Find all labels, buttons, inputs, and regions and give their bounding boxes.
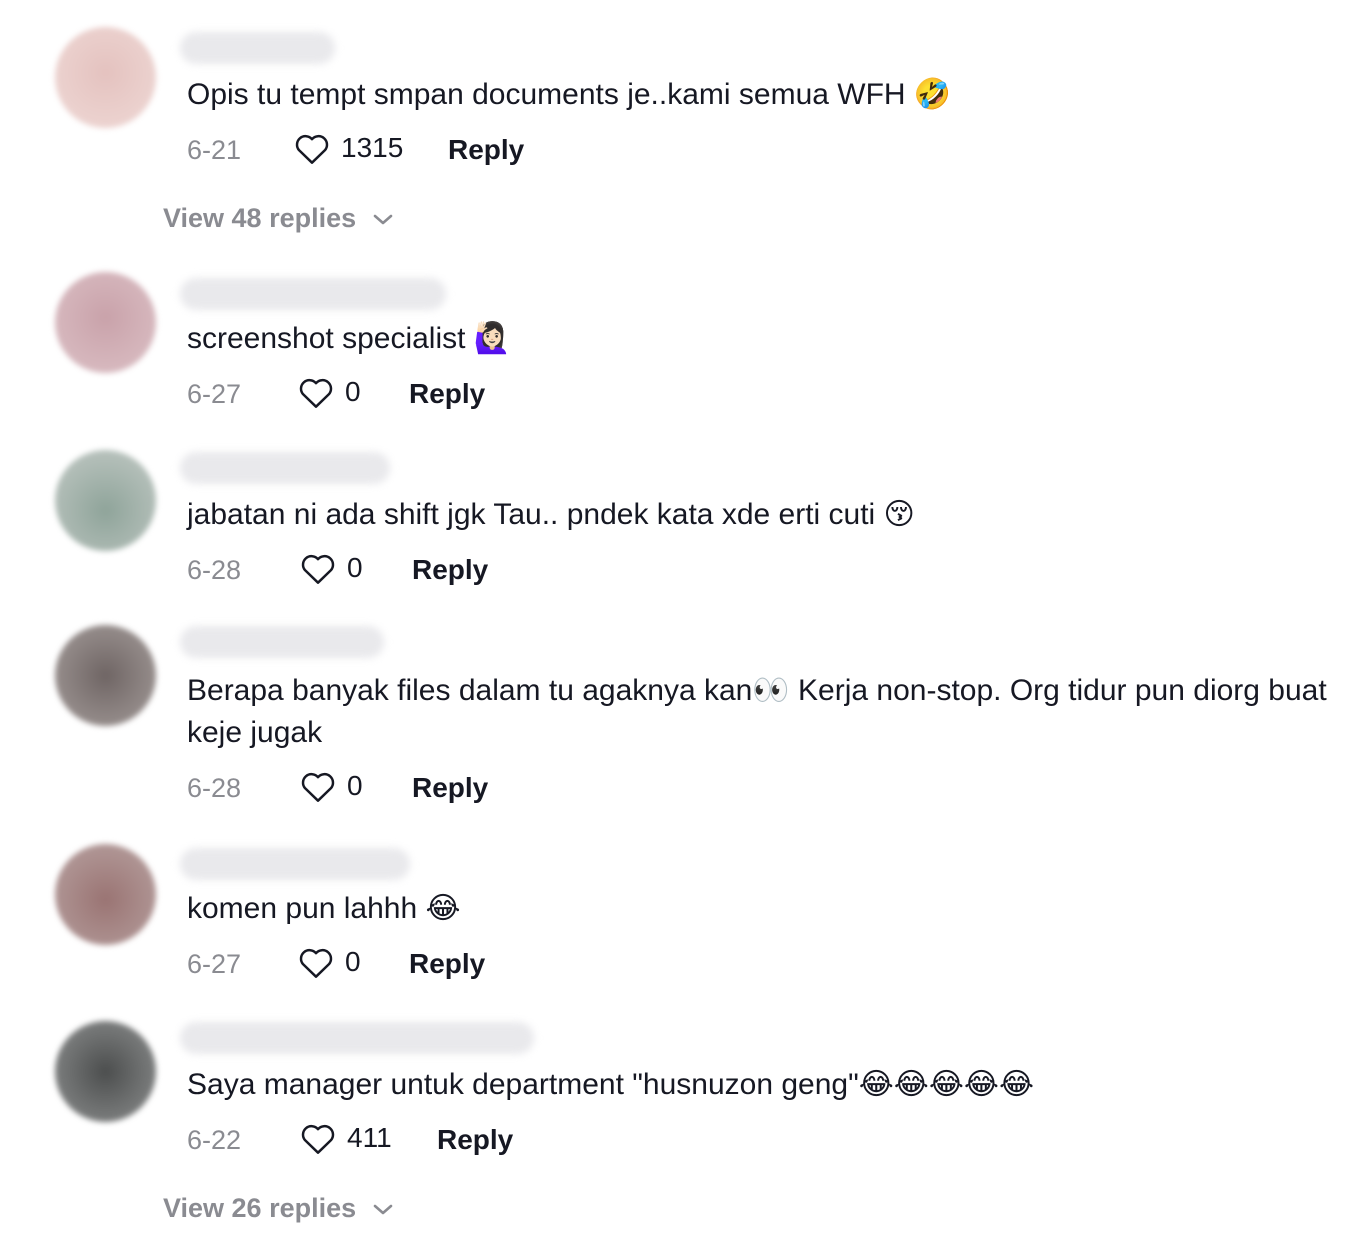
view-replies-button[interactable]: View 48 replies bbox=[163, 198, 394, 238]
heart-outline-icon bbox=[299, 378, 333, 408]
like-count: 0 bbox=[347, 552, 363, 583]
comment-date: 6-27 bbox=[187, 379, 242, 409]
username-redacted[interactable] bbox=[180, 626, 384, 658]
like-count: 0 bbox=[345, 946, 361, 977]
like-count: 0 bbox=[345, 376, 361, 407]
avatar[interactable] bbox=[55, 272, 156, 373]
view-replies-button[interactable]: View 26 replies bbox=[163, 1188, 394, 1228]
comment-date: 6-22 bbox=[187, 1125, 242, 1155]
comment-date: 6-27 bbox=[187, 949, 242, 979]
like-count: 0 bbox=[347, 770, 363, 801]
reply-button[interactable]: Reply bbox=[412, 768, 488, 808]
like-button[interactable]: 1315 bbox=[293, 128, 403, 168]
like-button[interactable]: 411 bbox=[299, 1118, 392, 1158]
heart-outline-icon bbox=[295, 134, 329, 164]
heart-outline-icon bbox=[301, 554, 335, 584]
username-redacted[interactable] bbox=[180, 32, 335, 64]
avatar[interactable] bbox=[55, 844, 156, 945]
comment-date: 6-21 bbox=[187, 135, 242, 165]
like-button[interactable]: 0 bbox=[299, 548, 363, 588]
reply-button[interactable]: Reply bbox=[412, 550, 488, 590]
comment-text: screenshot specialist 🙋🏻‍♀️ bbox=[187, 322, 512, 355]
heart-outline-icon bbox=[299, 948, 333, 978]
like-count: 1315 bbox=[341, 132, 404, 163]
reply-button[interactable]: Reply bbox=[409, 374, 485, 414]
comment-text: komen pun lahhh 😂 bbox=[187, 892, 461, 925]
reply-button[interactable]: Reply bbox=[448, 130, 524, 170]
heart-outline-icon bbox=[301, 1124, 335, 1154]
chevron-down-icon bbox=[373, 214, 393, 225]
username-redacted[interactable] bbox=[180, 452, 390, 484]
comment-text: Opis tu tempt smpan documents je..kami s… bbox=[187, 78, 952, 111]
like-count: 411 bbox=[347, 1122, 392, 1153]
view-replies-label: View 48 replies bbox=[163, 203, 357, 233]
comment-date: 6-28 bbox=[187, 555, 242, 585]
view-replies-label: View 26 replies bbox=[163, 1193, 357, 1223]
comment-text: Saya manager untuk department "husnuzon … bbox=[187, 1068, 1035, 1101]
avatar[interactable] bbox=[55, 450, 156, 551]
reply-button[interactable]: Reply bbox=[409, 944, 485, 984]
username-redacted[interactable] bbox=[180, 1022, 534, 1054]
reply-button[interactable]: Reply bbox=[437, 1120, 513, 1160]
comment-date: 6-28 bbox=[187, 773, 242, 803]
comment-text: Berapa banyak files dalam tu agaknya kan… bbox=[187, 674, 1327, 749]
avatar[interactable] bbox=[55, 1021, 156, 1122]
username-redacted[interactable] bbox=[180, 848, 410, 880]
username-redacted[interactable] bbox=[180, 278, 446, 310]
avatar[interactable] bbox=[55, 625, 156, 726]
avatar[interactable] bbox=[55, 27, 156, 128]
chevron-down-icon bbox=[373, 1204, 393, 1215]
comment-text: jabatan ni ada shift jgk Tau.. pndek kat… bbox=[187, 498, 915, 531]
like-button[interactable]: 0 bbox=[299, 766, 363, 806]
heart-outline-icon bbox=[301, 772, 335, 802]
like-button[interactable]: 0 bbox=[297, 942, 361, 982]
like-button[interactable]: 0 bbox=[297, 372, 361, 412]
